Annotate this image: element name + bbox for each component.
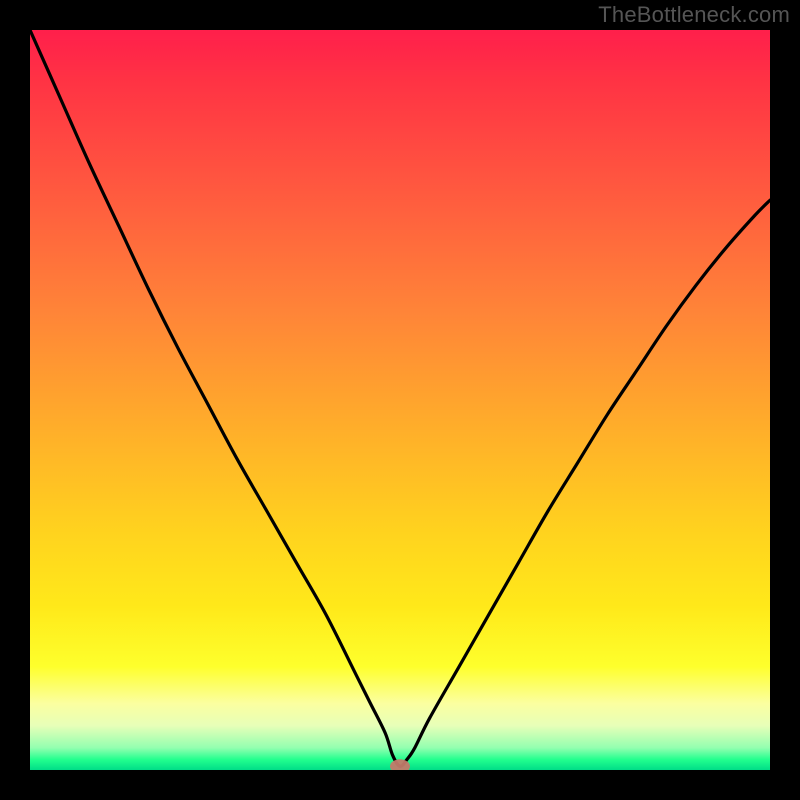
bottleneck-curve (30, 30, 770, 766)
chart-svg (30, 30, 770, 770)
plot-area (30, 30, 770, 770)
chart-frame: TheBottleneck.com (0, 0, 800, 800)
watermark-text: TheBottleneck.com (598, 2, 790, 28)
